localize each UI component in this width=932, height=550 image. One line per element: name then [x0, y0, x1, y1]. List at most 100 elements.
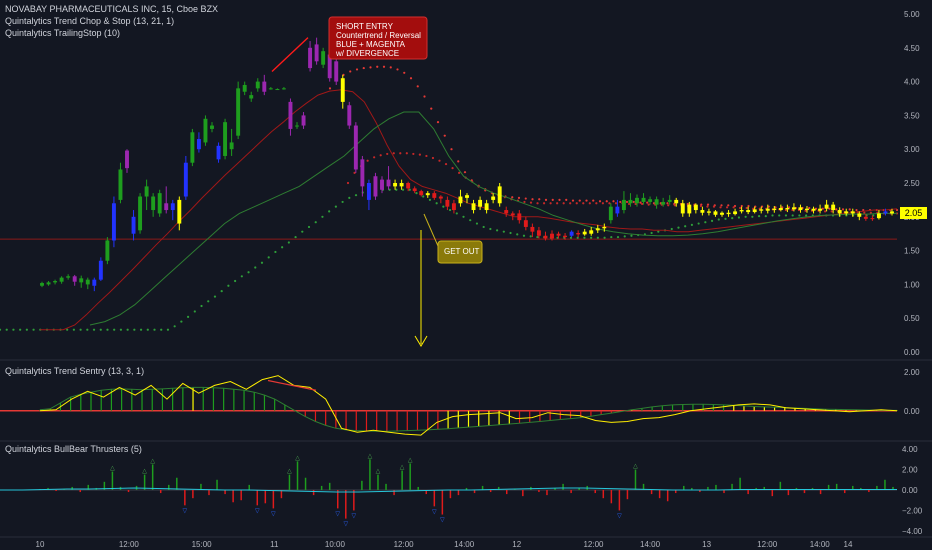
- trailing-stop-down-dot: [328, 87, 332, 90]
- trailing-stop-down-dot: [848, 208, 851, 211]
- trailing-stop-up-dot: [166, 328, 170, 331]
- trailing-stop-up-dot: [113, 328, 116, 331]
- trailing-stop-mid-dot: [549, 202, 552, 205]
- trailing-stop-mid-dot: [529, 201, 533, 204]
- x-tick-label: 12:00: [394, 540, 415, 549]
- trailing-stop-mid-dot: [451, 167, 454, 170]
- trailing-stop-up-dot: [422, 195, 425, 198]
- candle-body: [380, 179, 384, 190]
- candle-body: [255, 81, 260, 89]
- trailing-stop-up-dot: [717, 218, 720, 221]
- trailing-stop-up-dot: [401, 188, 405, 191]
- candle-body: [170, 203, 175, 211]
- candle-body: [419, 191, 424, 196]
- y-tick-label: 0.00: [904, 348, 920, 357]
- candle-body: [602, 226, 607, 229]
- x-tick-label: 10: [36, 540, 45, 549]
- candle-body: [353, 125, 358, 170]
- trailing-stop-mid-dot: [386, 152, 389, 156]
- candle-body: [412, 188, 417, 192]
- candle-body: [360, 159, 365, 187]
- candle-body: [177, 199, 182, 224]
- trailing-stop-up-dot: [670, 227, 673, 231]
- trailing-stop-up-dot: [186, 315, 190, 318]
- trailing-stop-mid-dot: [706, 205, 709, 208]
- trailing-stop-up-dot: [448, 208, 452, 212]
- bullbear-signal-marker: △: [408, 456, 413, 463]
- bullbear-signal-marker: ▽: [343, 521, 348, 528]
- candle-body: [268, 88, 273, 90]
- trailing-stop-up-dot: [99, 328, 102, 331]
- trailing-stop-mid-dot: [588, 202, 591, 205]
- trailing-stop-up-dot: [267, 256, 270, 259]
- candle-body: [844, 211, 849, 214]
- candle-body: [465, 195, 469, 198]
- trailing-stop-up-dot: [247, 271, 250, 274]
- candle-body: [183, 162, 188, 197]
- trailing-stop-down-dot: [409, 77, 413, 80]
- candle-body: [746, 210, 751, 213]
- trend-sentry-title[interactable]: Quintalytics Trend Sentry (13, 3, 1): [5, 365, 144, 377]
- symbol-title[interactable]: NOVABAY PHARMACEUTICALS INC, 15, Cboe BZ…: [5, 3, 218, 15]
- trailing-stop-up-dot: [153, 328, 156, 331]
- candle-body: [190, 132, 195, 163]
- trailing-stop-up-dot: [139, 328, 143, 331]
- trailing-stop-up-dot: [603, 236, 606, 239]
- trailing-stop-up-dot: [435, 202, 438, 205]
- indicator-trailing-stop-label[interactable]: Quintalytics TrailingStop (10): [5, 27, 218, 39]
- candle-body: [589, 230, 594, 234]
- candle-body: [491, 196, 496, 200]
- trailing-stop-up-dot: [798, 214, 801, 217]
- trailing-stop-up-dot: [180, 320, 183, 323]
- trailing-stop-down-dot: [517, 196, 521, 199]
- candle-body: [582, 231, 587, 235]
- candle-body: [210, 125, 214, 129]
- trailing-stop-mid-dot: [745, 206, 748, 210]
- trailing-stop-up-dot: [334, 205, 337, 208]
- x-tick-label: 13: [702, 540, 711, 549]
- candle-body: [340, 78, 345, 102]
- trailing-stop-down-dot: [666, 202, 669, 205]
- chart-canvas: △ △△▽ ▽ ▽△△▽▽▽△△△△▽▽▽△ 5.004.504.003.503.00…: [0, 0, 932, 550]
- x-tick-label: 14:00: [810, 540, 831, 549]
- trailing-stop-down-dot: [727, 204, 730, 207]
- candle-body: [111, 203, 116, 241]
- candle-body: [157, 193, 162, 214]
- bullbear-signal-marker: △: [376, 468, 381, 475]
- candle-body: [196, 139, 201, 150]
- trailing-stop-down-dot: [538, 198, 541, 201]
- candle-body: [144, 186, 149, 197]
- candle-body: [857, 213, 862, 217]
- sentry-tick-label: 2.00: [904, 368, 920, 377]
- candle-body: [399, 183, 404, 187]
- trailing-stop-up-dot: [751, 215, 754, 218]
- trailing-stop-down-dot: [382, 65, 386, 68]
- candle-body: [733, 211, 738, 215]
- trailing-stop-up-dot: [294, 235, 297, 239]
- trailing-stop-mid-dot: [523, 200, 526, 204]
- candle-body: [831, 204, 836, 211]
- trailing-stop-down-dot: [524, 197, 527, 200]
- trailing-stop-up-dot: [697, 222, 700, 225]
- bullbear-signal-marker: △: [295, 454, 300, 461]
- candle-body: [641, 197, 646, 202]
- short-entry-line-4: w/ DIVERGENCE: [336, 49, 400, 58]
- get-out-callout-text: GET OUT: [444, 247, 480, 256]
- trailing-stop-mid-dot: [725, 206, 729, 209]
- trailing-stop-up-dot: [482, 225, 485, 229]
- bullbear-title[interactable]: Quintalytics BullBear Thrusters (5): [5, 443, 142, 455]
- candle-body: [726, 212, 731, 215]
- trailing-stop-down-dot: [349, 70, 352, 73]
- candle-body: [720, 212, 724, 215]
- trailing-stop-up-dot: [12, 328, 15, 331]
- indicator-chop-stop-label[interactable]: Quintalytics Trend Chop & Stop (13, 21, …: [5, 15, 218, 27]
- candle-body: [334, 61, 339, 82]
- trailing-stop-mid-dot: [353, 171, 356, 174]
- candle-body: [635, 197, 639, 204]
- trailing-stop-up-dot: [704, 221, 707, 224]
- candle-body: [471, 203, 476, 211]
- candle-body: [778, 208, 783, 211]
- trailing-stop-down-dot: [835, 208, 838, 211]
- trailing-stop-up-dot: [489, 227, 492, 231]
- trailing-stop-up-dot: [301, 230, 304, 233]
